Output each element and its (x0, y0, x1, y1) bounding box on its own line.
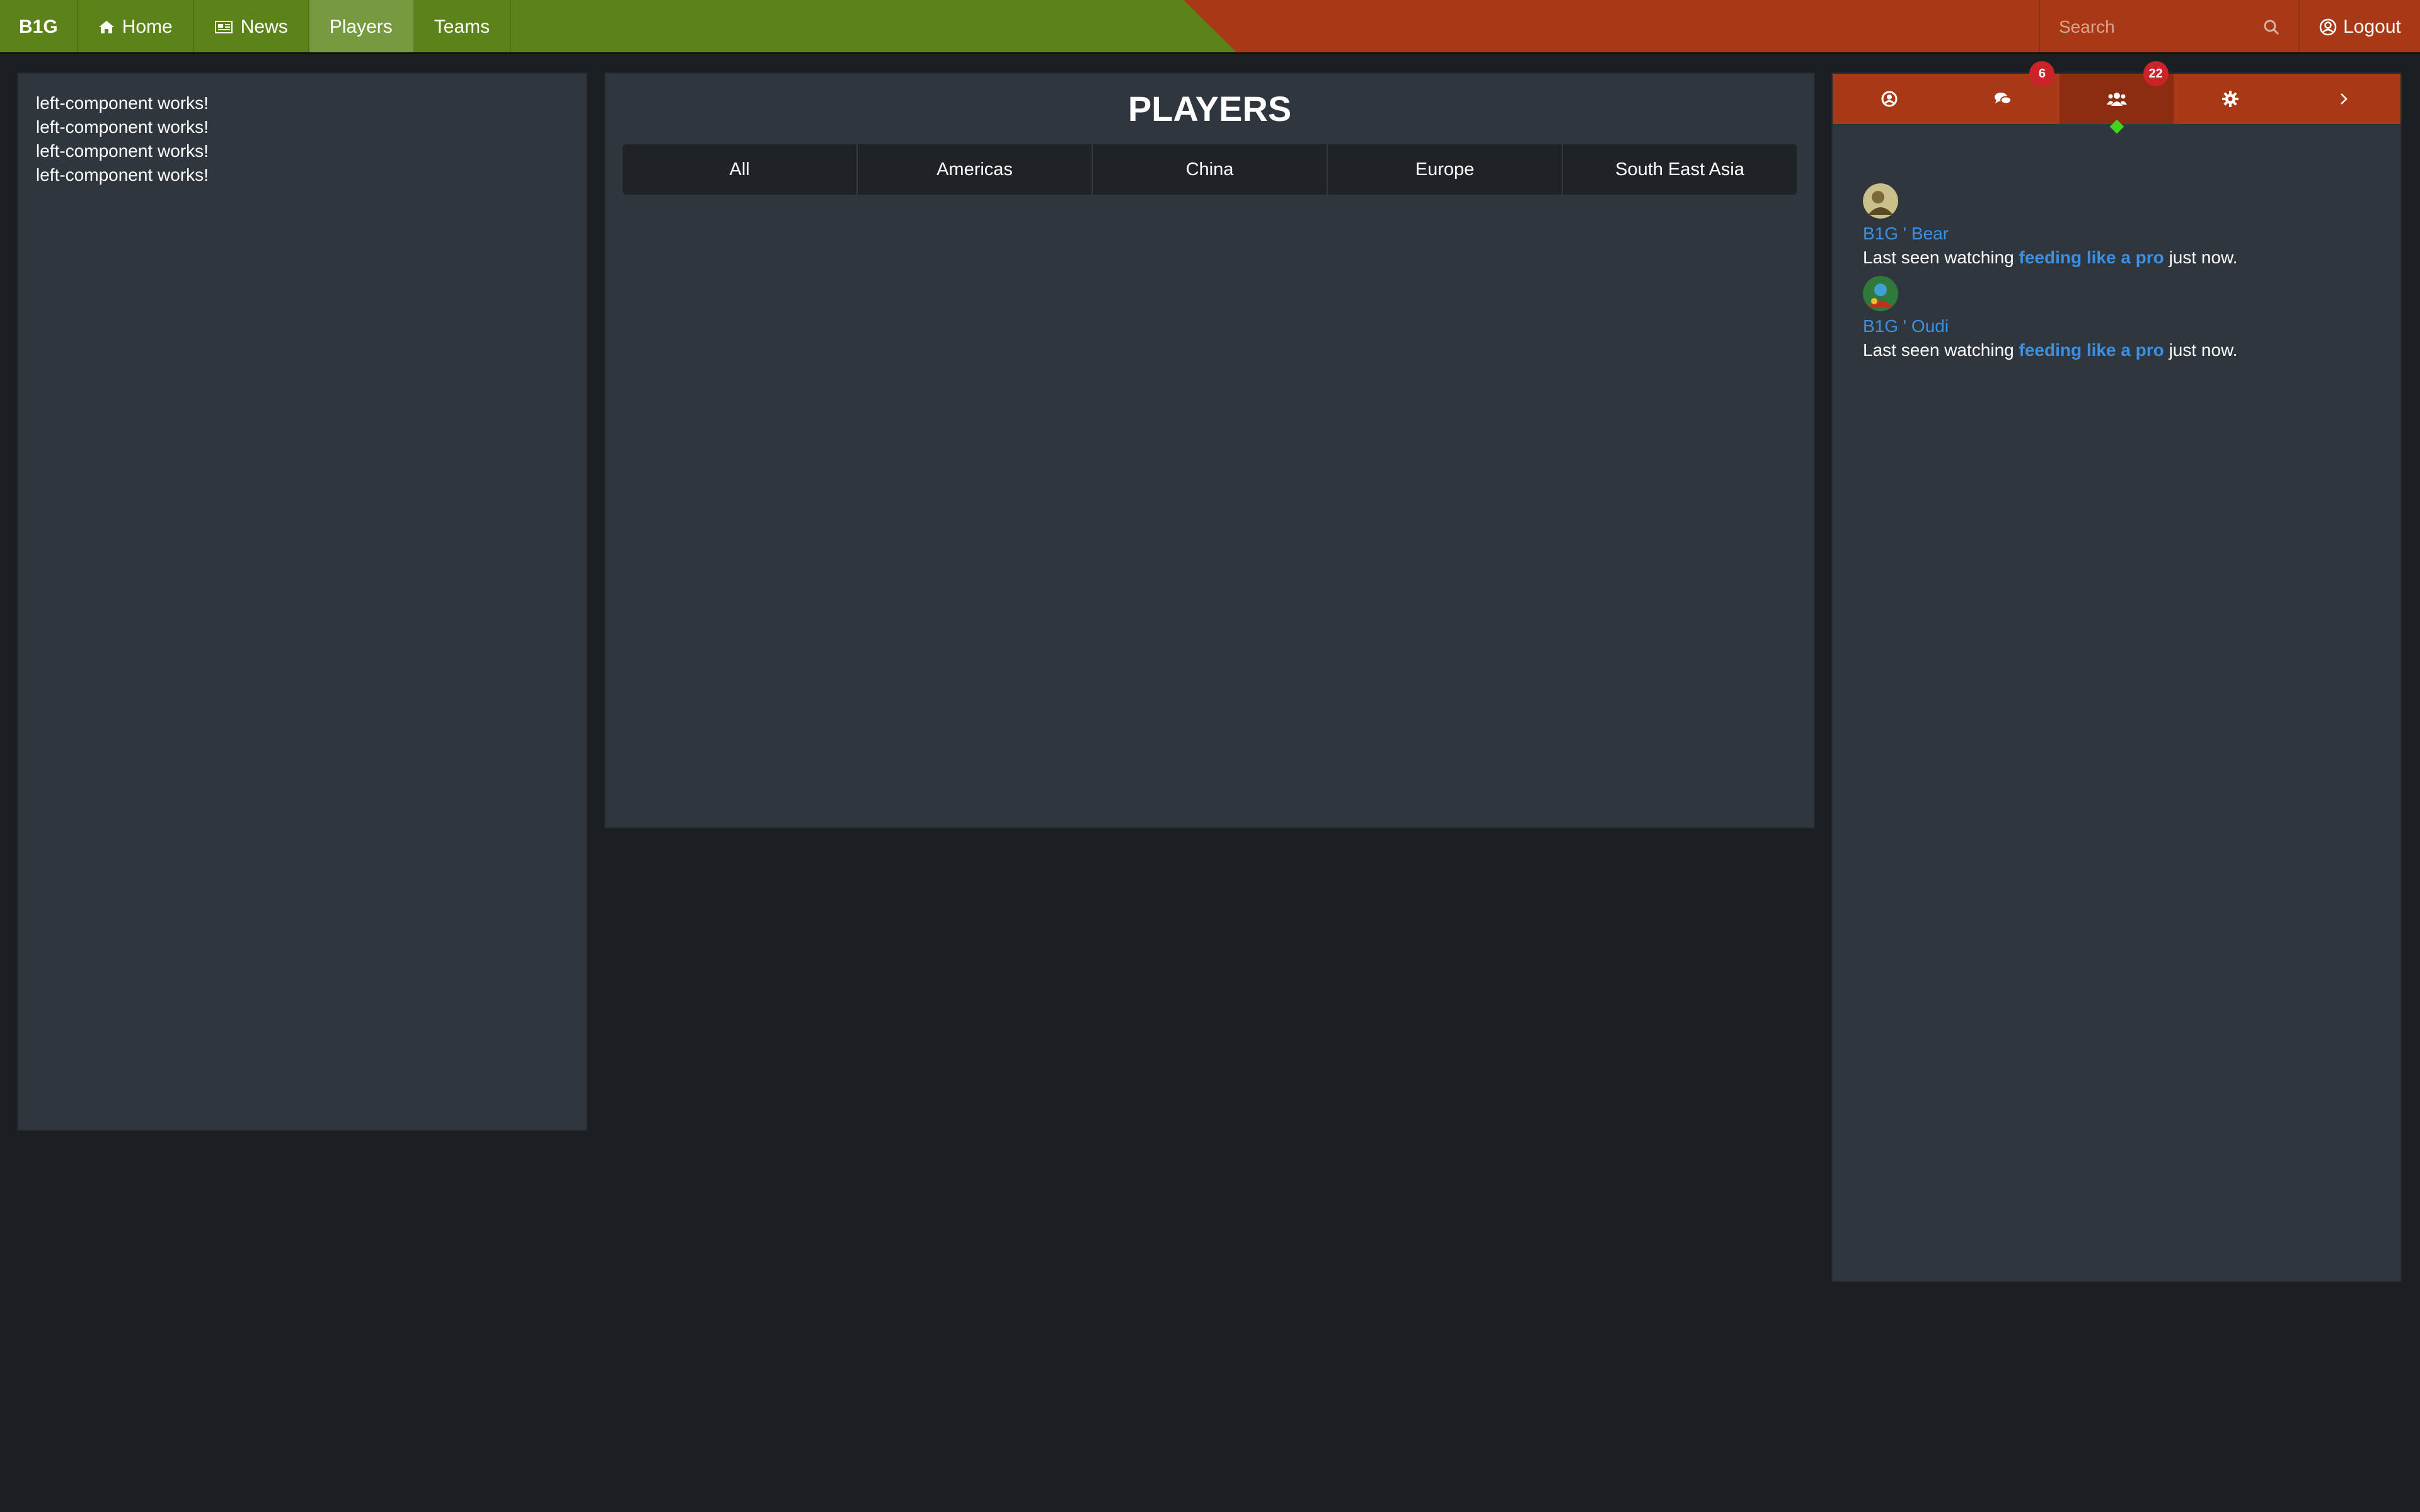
stream-link[interactable]: feeding like a pro (2019, 340, 2164, 360)
search-icon[interactable] (2263, 19, 2279, 35)
stream-link[interactable]: feeding like a pro (2019, 248, 2164, 267)
sidebar-tabs: 6 22 (1833, 61, 2400, 134)
friend-status: Last seen watching feeding like a pro ju… (1863, 246, 2370, 270)
left-component-line: left-component works! (36, 165, 209, 185)
tab-chat[interactable]: 6 (1946, 61, 2060, 124)
users-icon (2106, 93, 2127, 106)
chat-count-badge: 6 (2029, 61, 2055, 86)
region-tabs: All Americas China Europe South East Asi… (623, 144, 1797, 195)
tab-profile[interactable] (1833, 74, 1946, 124)
tab-americas[interactable]: Americas (858, 144, 1093, 195)
home-icon (98, 21, 114, 33)
friend-status: Last seen watching feeding like a pro ju… (1863, 338, 2370, 362)
nav-teams-label: Teams (434, 16, 490, 37)
friend-name[interactable]: B1G ' Oudi (1863, 314, 2370, 338)
tab-all[interactable]: All (623, 144, 858, 195)
nav-home[interactable]: Home (78, 0, 194, 52)
status-prefix: Last seen watching (1863, 248, 2014, 267)
tab-settings[interactable] (2174, 74, 2287, 124)
nav-home-label: Home (122, 16, 173, 37)
friends-list: B1G ' Bear Last seen watching feeding li… (1833, 124, 2400, 362)
chat-bubbles-icon (1995, 93, 2012, 105)
top-navbar: B1G Home News Players Teams Logout (0, 0, 2420, 54)
newspaper-icon (214, 21, 233, 33)
user-circle-icon (2319, 18, 2337, 36)
brand-link[interactable]: B1G (0, 0, 78, 52)
search-box (2039, 0, 2300, 52)
list-item: B1G ' Oudi Last seen watching feeding li… (1863, 276, 2370, 362)
tab-friends[interactable]: 22 (2060, 61, 2174, 134)
status-prefix: Last seen watching (1863, 340, 2014, 360)
players-panel: PLAYERS All Americas China Europe South … (604, 72, 1815, 828)
left-component-line: left-component works! (36, 141, 209, 161)
left-panel: left-component works! left-component wor… (17, 72, 587, 1131)
nav-news-label: News (240, 16, 288, 37)
gear-icon (2221, 91, 2238, 107)
list-item: B1G ' Bear Last seen watching feeding li… (1863, 183, 2370, 270)
left-component-line: left-component works! (36, 117, 209, 137)
search-input[interactable] (2059, 17, 2248, 37)
status-suffix: just now. (2169, 248, 2238, 267)
nav-teams[interactable]: Teams (414, 0, 512, 52)
left-component-line: left-component works! (36, 93, 209, 113)
avatar[interactable] (1863, 183, 1898, 219)
friend-name[interactable]: B1G ' Bear (1863, 222, 2370, 246)
avatar[interactable] (1863, 276, 1898, 311)
status-suffix: just now. (2169, 340, 2238, 360)
logout-button[interactable]: Logout (2300, 0, 2420, 52)
tab-collapse[interactable] (2287, 74, 2400, 124)
user-circle-icon (1881, 91, 1898, 107)
tab-china[interactable]: China (1093, 144, 1328, 195)
nav-news[interactable]: News (194, 0, 309, 52)
nav-players[interactable]: Players (309, 0, 414, 52)
tab-europe[interactable]: Europe (1328, 144, 1563, 195)
friends-count-badge: 22 (2143, 61, 2169, 86)
social-sidebar: 6 22 B1G ' Bear Last seen watching feedi… (1831, 61, 2402, 1282)
page-title: PLAYERS (1127, 89, 1292, 129)
chevron-right-icon (2341, 93, 2348, 105)
main-nav: B1G Home News Players Teams (0, 0, 512, 52)
nav-players-label: Players (329, 16, 393, 37)
logout-label: Logout (2343, 16, 2401, 37)
tab-south-east-asia[interactable]: South East Asia (1563, 144, 1797, 195)
